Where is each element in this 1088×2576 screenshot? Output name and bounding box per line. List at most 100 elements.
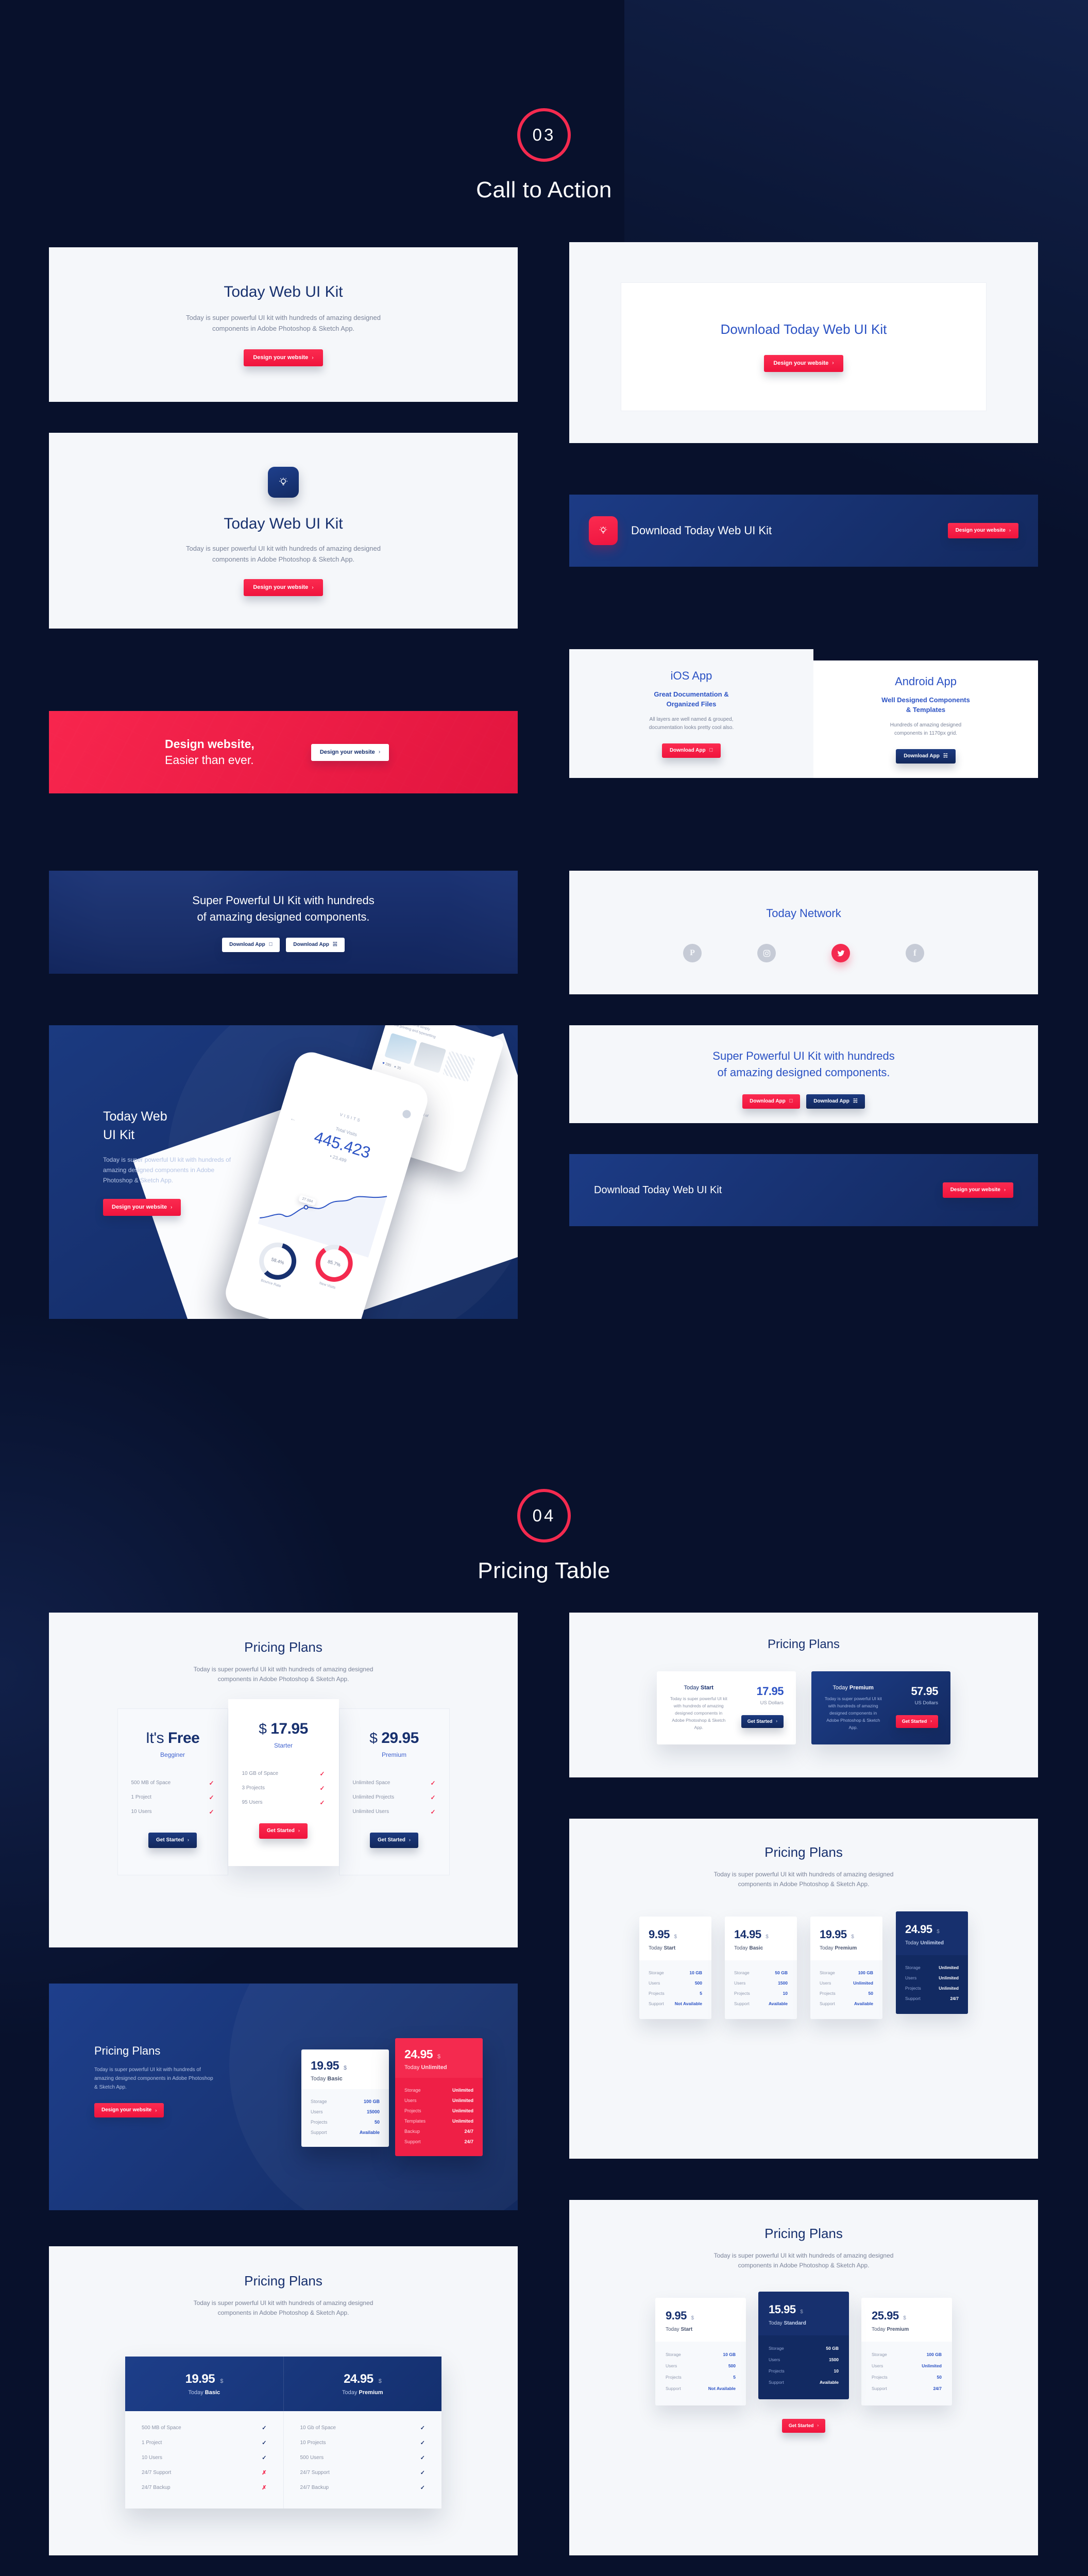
button-label: Get Started	[788, 2422, 814, 2428]
plan-tier: Today Standard	[769, 2320, 806, 2326]
plan-spec-row: Projects 10	[734, 1990, 788, 1996]
download-android-button[interactable]: Download App ☵	[896, 749, 956, 764]
button-label: Download App	[904, 753, 940, 759]
plan-feature-row: 10 Users ✓	[131, 1808, 214, 1816]
button-label: Get Started	[378, 1837, 405, 1843]
check-icon: ✓	[319, 1784, 325, 1792]
button-label: Design your website	[112, 1204, 167, 1211]
plan-price: 15.95 $	[769, 2303, 839, 2316]
banner-headline: Super Powerful UI Kit with hundreds of a…	[192, 892, 374, 925]
download-ios-button[interactable]: Download App 	[222, 937, 280, 952]
price-value: 19.95	[820, 1927, 847, 1941]
android-icon: ☵	[851, 1098, 858, 1104]
design-website-button[interactable]: Design your website ›	[103, 1199, 181, 1216]
currency-symbol: $	[937, 1928, 940, 1935]
section-number: 04	[532, 1506, 556, 1525]
plan-description: Today is super powerful UI kit with hund…	[824, 1696, 882, 1731]
cta-headline: Super Powerful UI Kit with hundreds of a…	[569, 1048, 1038, 1081]
design-website-button[interactable]: Design your website ›	[947, 523, 1018, 538]
cta-super-powerful-card: Super Powerful UI Kit with hundreds of a…	[569, 1025, 1038, 1123]
comparison-header-column: 24.95 $ Today Premium	[283, 2357, 442, 2411]
lightbulb-icon	[268, 467, 299, 498]
instagram-icon[interactable]	[757, 944, 776, 962]
cta-banner-red: Design website, Easier than ever. Design…	[49, 711, 518, 793]
get-started-button[interactable]: Get Started ›	[370, 1832, 418, 1848]
plan-spec-row: Support Available	[734, 2001, 788, 2006]
currency-label: US Dollars	[914, 1700, 938, 1706]
get-started-button[interactable]: Get Started ›	[741, 1715, 784, 1728]
hero-title-line1: Today Web	[103, 1109, 167, 1124]
design-website-button[interactable]: Design your website ›	[94, 2103, 164, 2118]
plan-spec-row: Storage 100 GB	[311, 2099, 380, 2104]
currency-symbol: $	[851, 1934, 854, 1940]
pricing-title: Pricing Plans	[764, 2226, 843, 2241]
plan-feature-row: 24/7 Support ✓	[300, 2470, 426, 2476]
plan-price: 19.95 $	[820, 1928, 873, 1941]
plan-feature-row: Unlimited Space ✓	[352, 1779, 436, 1787]
section-number: 03	[532, 125, 556, 144]
plan-feature-row: 10 GB of Space ✓	[242, 1770, 325, 1777]
check-icon: ✓	[319, 1799, 325, 1806]
plan-spec-row: Projects Unlimited	[404, 2108, 473, 2113]
plan-spec-row: Storage Unlimited	[905, 1964, 959, 1970]
plan-price: 9.95 $	[649, 1928, 702, 1941]
pricing-title: Pricing Plans	[764, 1844, 843, 1860]
design-website-button[interactable]: Design your website ›	[244, 349, 323, 367]
price-value: 15.95	[769, 2302, 796, 2316]
app-title: iOS App	[670, 669, 712, 683]
button-label: Design your website	[101, 2107, 152, 2113]
plan-spec-row: Users Unlimited	[404, 2098, 473, 2103]
get-started-button[interactable]: Get Started ›	[781, 2418, 826, 2433]
button-label: Download App	[750, 1098, 786, 1104]
plan-feature-row: 10 Projects ✓	[300, 2440, 426, 2446]
plan-price: 14.95 $	[734, 1928, 788, 1941]
panel-description: Today is super powerful UI kit with hund…	[94, 2067, 213, 2090]
design-website-button[interactable]: Design your website ›	[244, 579, 323, 597]
pinterest-icon[interactable]: P	[683, 944, 702, 962]
get-started-button[interactable]: Get Started ›	[895, 1715, 938, 1728]
twitter-icon[interactable]	[831, 944, 850, 962]
design-website-button[interactable]: Design your website ›	[942, 1182, 1013, 1198]
section-title: Pricing Table	[478, 1558, 610, 1583]
cta-download-card: Download Today Web UI Kit Design your we…	[569, 242, 1038, 443]
download-android-button[interactable]: Download App ☵	[806, 1094, 865, 1109]
check-icon: ✓	[209, 1808, 214, 1816]
check-icon: ✓	[262, 2455, 267, 2461]
like-count: 285	[385, 1062, 392, 1068]
facebook-icon[interactable]: f	[906, 944, 924, 962]
button-label: Design your website	[773, 360, 829, 366]
plan-feature-row: Unlimited Users ✓	[352, 1808, 436, 1816]
cta-headline-line1: Super Powerful UI Kit with hundreds	[712, 1049, 895, 1062]
currency-symbol: $	[437, 2054, 440, 2060]
plan-feature-row: 1 Project ✓	[142, 2440, 267, 2446]
get-started-button[interactable]: Get Started ›	[259, 1823, 308, 1839]
pricing-plan-card: $ 29.95 Premium Unlimited Space ✓ Unlimi…	[338, 1708, 450, 1875]
pricing-column-featured: 15.95 $ Today Standard Storage 50 GB User…	[758, 2291, 849, 2399]
download-ios-button[interactable]: Download App 	[742, 1094, 801, 1109]
pricing-description: Today is super powerful UI kit with hund…	[193, 2299, 373, 2317]
button-label: Design your website	[253, 584, 309, 591]
plan-name: Today Premium	[832, 1685, 874, 1691]
pricing-column: 9.95 $ Today Start Storage 10 GB Users 500…	[639, 1916, 711, 2019]
download-android-button[interactable]: Download App ☵	[286, 937, 345, 952]
design-website-button[interactable]: Design your website ›	[764, 355, 843, 372]
check-icon: ✓	[420, 2470, 425, 2476]
cross-icon: ✗	[262, 2470, 267, 2476]
plan-spec-row: Projects 10	[769, 2368, 839, 2374]
button-label: Get Started	[267, 1827, 295, 1834]
comparison-body-column: 500 MB of Space ✓ 1 Project ✓ 10 Users ✓…	[125, 2411, 283, 2509]
get-started-button[interactable]: Get Started ›	[148, 1832, 197, 1848]
chevron-right-icon: ›	[187, 1837, 189, 1843]
cta-description-line2: components in Adobe Photoshop & Sketch A…	[212, 325, 355, 333]
app-download-split-card: iOS App Great Documentation & Organized …	[569, 649, 1038, 778]
check-icon: ✓	[430, 1793, 436, 1801]
app-description: Hundreds of amazing designed components …	[890, 722, 962, 736]
chevron-right-icon: ›	[170, 1204, 173, 1210]
chevron-right-icon: ›	[1009, 528, 1011, 533]
check-icon: ✓	[262, 2440, 267, 2446]
download-ios-button[interactable]: Download App 	[661, 743, 721, 758]
pricing-column: 25.95 $ Today Premium Storage 100 GB User…	[861, 2297, 952, 2405]
chevron-right-icon: ›	[817, 2423, 819, 2428]
check-icon: ✓	[209, 1779, 214, 1787]
design-website-button[interactable]: Design your website ›	[311, 743, 389, 761]
